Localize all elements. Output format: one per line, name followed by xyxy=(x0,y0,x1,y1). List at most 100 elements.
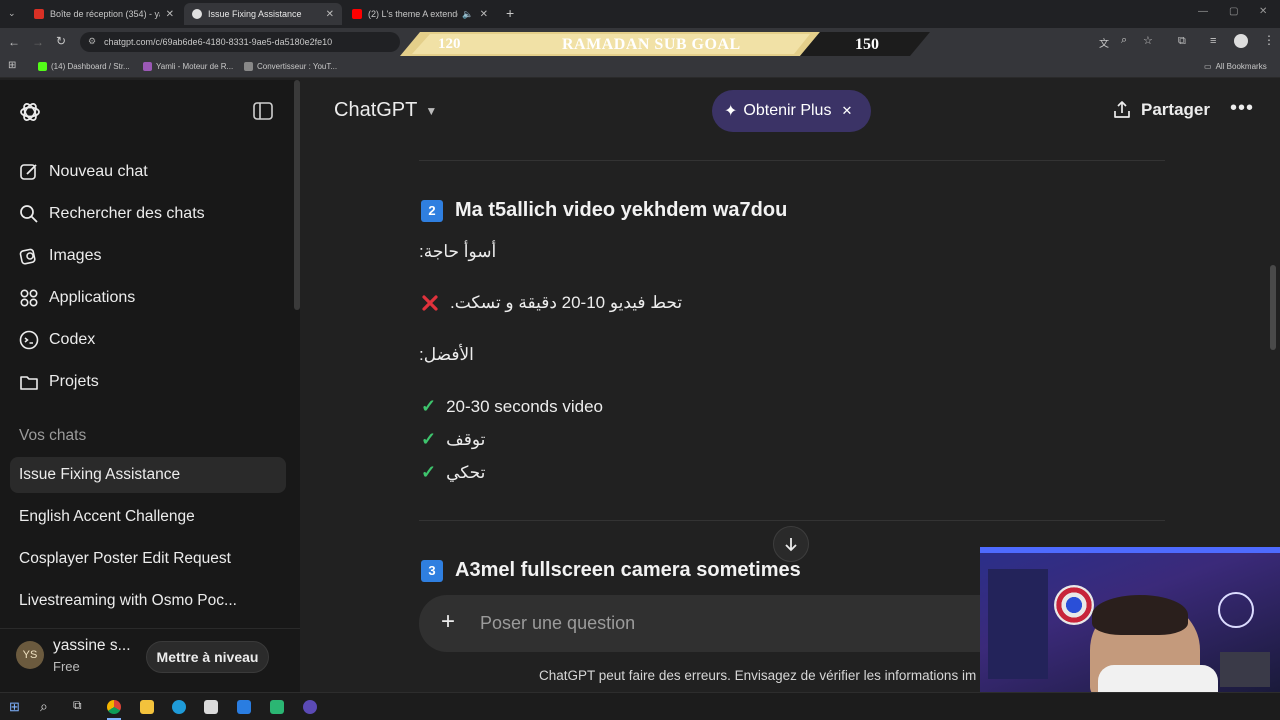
converter-icon xyxy=(244,62,253,71)
bookmark-star-icon[interactable]: ☆ xyxy=(1143,34,1153,47)
kick-icon xyxy=(38,62,47,71)
edit-icon xyxy=(20,164,37,180)
address-bar[interactable]: ⚙ chatgpt.com/c/69ab6de6-4180-8331-9ae5-… xyxy=(80,32,400,52)
good-item: ✓ 20-30 seconds video xyxy=(421,396,603,416)
scroll-down-button[interactable] xyxy=(773,526,809,562)
taskbar: ⊞ ⌕ ⧉ xyxy=(0,692,1280,720)
chat-item[interactable]: English Accent Challenge xyxy=(10,499,286,535)
divider xyxy=(419,520,1165,521)
windows-start-icon[interactable]: ⊞ xyxy=(9,699,20,715)
search-icon[interactable]: ⌕ xyxy=(40,698,48,715)
images-icon xyxy=(19,248,36,265)
led-strip xyxy=(980,547,1280,553)
bookmarks-bar: ⊞ (14) Dashboard / Str... Yamli - Moteur… xyxy=(0,56,1280,78)
reload-icon[interactable]: ↻ xyxy=(56,34,66,48)
zoom-icon[interactable]: ⌕ xyxy=(1121,34,1127,47)
sparkle-icon: ✦ xyxy=(724,103,738,120)
bookmark-item[interactable]: Convertisseur : YouT... xyxy=(244,62,337,71)
section-title-your-chats: Vos chats xyxy=(19,427,87,444)
sidebar-item-codex[interactable]: Codex xyxy=(18,324,95,356)
bookmark-item[interactable]: (14) Dashboard / Str... xyxy=(38,62,130,71)
media-icon[interactable]: ≡ xyxy=(1210,35,1216,47)
person-shirt xyxy=(1098,665,1218,692)
get-plus-button[interactable]: ✦ Obtenir Plus ✕ xyxy=(712,90,871,132)
folder-icon xyxy=(20,376,38,390)
apps-grid-icon[interactable]: ⊞ xyxy=(8,60,16,71)
youtube-icon xyxy=(352,9,362,19)
close-icon[interactable]: ✕ xyxy=(841,103,852,119)
sidebar-toggle-icon[interactable] xyxy=(253,102,273,120)
user-name: yassine s... xyxy=(53,637,131,654)
mail-icon[interactable] xyxy=(237,700,251,714)
best-label: الأفضل: xyxy=(419,345,474,364)
all-bookmarks[interactable]: ▭ All Bookmarks xyxy=(1204,62,1267,71)
share-button[interactable]: Partager xyxy=(1112,100,1210,120)
tab-gmail[interactable]: Boîte de réception (354) - yassi ✕ xyxy=(26,3,182,25)
sidebar-item-new-chat[interactable]: Nouveau chat xyxy=(18,156,148,188)
chrome-icon[interactable] xyxy=(107,700,121,714)
chat-item[interactable]: Issue Fixing Assistance xyxy=(10,457,286,493)
new-tab-button[interactable]: + xyxy=(506,5,514,21)
yamli-icon xyxy=(143,62,152,71)
browser-tab-bar: ⌄ Boîte de réception (354) - yassi ✕ Iss… xyxy=(0,0,1280,28)
disclaimer: ChatGPT peut faire des erreurs. Envisage… xyxy=(539,668,977,683)
main-scrollbar[interactable] xyxy=(1270,265,1276,350)
window-close-icon[interactable]: ✕ xyxy=(1259,6,1267,17)
folder-icon: ▭ xyxy=(1204,62,1212,71)
extension-icon[interactable]: ⧉ xyxy=(1178,35,1186,48)
goal-target: 150 xyxy=(855,36,879,53)
person-hair xyxy=(1092,595,1188,635)
close-icon[interactable]: ✕ xyxy=(160,9,174,20)
maximize-icon[interactable]: ▢ xyxy=(1229,6,1238,17)
file-explorer-icon[interactable] xyxy=(140,700,154,714)
good-item: ✓ توقف xyxy=(421,429,486,449)
arrow-down-icon xyxy=(785,538,797,552)
bad-item: تحط فيديو 10-20 دقيقة و تسكت. xyxy=(421,293,682,313)
app-icon[interactable] xyxy=(270,700,284,714)
tab-youtube[interactable]: (2) L's theme A extended - 🔈 ✕ xyxy=(344,3,496,25)
forward-icon[interactable]: → xyxy=(32,35,44,49)
openai-logo-icon[interactable] xyxy=(18,100,42,124)
worst-label: أسوأ حاجة: xyxy=(419,242,497,261)
translate-icon[interactable]: 文 xyxy=(1099,35,1109,50)
chat-item[interactable]: Livestreaming with Osmo Poc... xyxy=(10,583,286,619)
plus-icon[interactable]: + xyxy=(441,608,455,636)
back-icon[interactable]: ← xyxy=(8,35,20,49)
wall-logo xyxy=(1218,592,1254,628)
user-menu[interactable]: YS yassine s... Free Mettre à niveau xyxy=(0,628,300,692)
more-options-icon[interactable]: ••• xyxy=(1230,97,1254,120)
sidebar-item-search[interactable]: Rechercher des chats xyxy=(18,198,205,230)
close-icon[interactable]: ✕ xyxy=(474,9,488,20)
section-heading: 2 Ma t5allich video yekhdem wa7dou xyxy=(421,199,787,222)
profile-icon[interactable] xyxy=(1234,34,1248,48)
sidebar-item-applications[interactable]: Applications xyxy=(18,282,135,314)
model-selector[interactable]: ChatGPT ▼ xyxy=(334,99,437,122)
cross-icon xyxy=(422,295,438,311)
upgrade-button[interactable]: Mettre à niveau xyxy=(146,641,269,673)
task-view-icon[interactable]: ⧉ xyxy=(73,698,82,713)
check-icon: ✓ xyxy=(421,429,437,449)
check-icon: ✓ xyxy=(421,396,437,416)
store-icon[interactable] xyxy=(204,700,218,714)
obs-icon[interactable] xyxy=(303,700,317,714)
minimize-icon[interactable]: — xyxy=(1198,6,1208,17)
tab-search-icon[interactable]: ⌄ xyxy=(8,8,16,19)
speaker-icon: 🔈 xyxy=(462,8,474,19)
edge-icon[interactable] xyxy=(172,700,186,714)
composer-placeholder: Poser une question xyxy=(480,613,636,633)
sidebar-item-projects[interactable]: Projets xyxy=(18,366,99,398)
bookmark-item[interactable]: Yamli - Moteur de R... xyxy=(143,62,233,71)
chatgpt-favicon-icon xyxy=(192,9,202,19)
number-badge: 3 xyxy=(421,559,443,582)
check-icon: ✓ xyxy=(421,462,437,482)
sidebar-item-images[interactable]: Images xyxy=(18,240,101,272)
search-icon xyxy=(20,205,38,223)
gmail-icon xyxy=(34,9,44,19)
subscriber-goal-overlay: 120 RAMADAN SUB GOAL 150 xyxy=(400,32,930,56)
chat-item[interactable]: Cosplayer Poster Edit Request xyxy=(10,541,286,577)
menu-icon[interactable]: ⋮ xyxy=(1263,33,1275,47)
goal-current: 120 xyxy=(438,36,461,52)
desk-equipment xyxy=(1220,652,1270,687)
tab-chatgpt[interactable]: Issue Fixing Assistance ✕ xyxy=(184,3,342,25)
close-icon[interactable]: ✕ xyxy=(320,9,334,20)
